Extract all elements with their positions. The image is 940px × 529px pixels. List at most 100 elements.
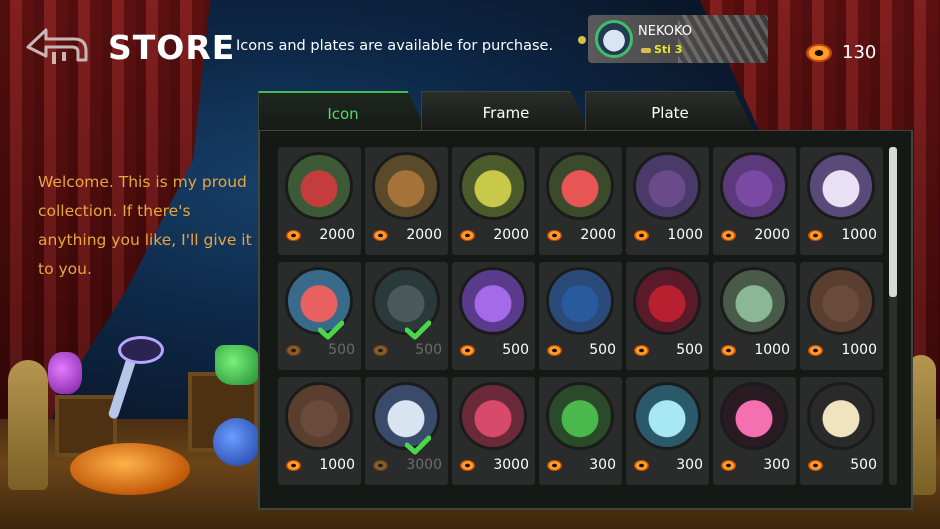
currency-amount: 130 xyxy=(842,42,877,63)
store-item[interactable]: 1000 xyxy=(800,147,883,255)
tab-plate[interactable]: Plate xyxy=(585,91,755,133)
item-price: 2000 xyxy=(493,227,529,243)
item-icon-art xyxy=(546,152,614,220)
amber-coin-icon xyxy=(286,460,301,471)
item-price-row: 1000 xyxy=(286,455,355,477)
gem-purple xyxy=(48,352,82,394)
card-pointer xyxy=(578,36,586,44)
item-icon-figure xyxy=(553,389,607,443)
store-item[interactable]: 500 xyxy=(800,377,883,485)
item-icon-figure xyxy=(814,274,868,328)
tab-frame[interactable]: Frame xyxy=(421,91,591,133)
item-icon-figure xyxy=(292,389,346,443)
item-icon-art xyxy=(459,152,527,220)
item-icon-art xyxy=(459,267,527,335)
item-price-row: 500 xyxy=(460,340,529,362)
store-item[interactable]: 1000 xyxy=(626,147,709,255)
amber-coin-icon xyxy=(634,345,649,356)
store-item[interactable]: 2000 xyxy=(365,147,448,255)
store-item[interactable]: 3000 xyxy=(365,377,448,485)
page-description: Icons and plates are available for purch… xyxy=(236,38,554,54)
amber-coin-icon xyxy=(721,345,736,356)
gem-blue xyxy=(213,418,261,466)
item-icon-art xyxy=(807,267,875,335)
store-item[interactable]: 2000 xyxy=(539,147,622,255)
store-item[interactable]: 500 xyxy=(626,262,709,370)
store-item[interactable]: 500 xyxy=(452,262,535,370)
amber-coin-icon xyxy=(373,460,388,471)
checkmark-icon xyxy=(405,435,431,455)
item-price-row: 300 xyxy=(721,455,790,477)
item-price: 1000 xyxy=(319,457,355,473)
amber-coin-icon xyxy=(547,230,562,241)
item-price: 500 xyxy=(328,342,355,358)
store-item[interactable]: 2000 xyxy=(452,147,535,255)
checkmark-icon xyxy=(318,320,344,340)
gem-green xyxy=(215,345,260,385)
item-price: 500 xyxy=(850,457,877,473)
item-price-row: 1000 xyxy=(721,340,790,362)
item-price: 2000 xyxy=(580,227,616,243)
item-price-row: 2000 xyxy=(721,225,790,247)
store-item[interactable]: 3000 xyxy=(452,377,535,485)
store-items-panel: 2000 2000 2000 2000 1000 2000 1000 500 500 500 500… xyxy=(258,130,913,510)
store-item[interactable]: 300 xyxy=(539,377,622,485)
item-price: 3000 xyxy=(493,457,529,473)
shopkeeper-dialogue: Welcome. This is my proud collection. If… xyxy=(38,173,252,278)
currency-display: 130 xyxy=(806,42,876,63)
item-icon-figure xyxy=(640,274,694,328)
tab-icon[interactable]: Icon xyxy=(258,91,428,133)
item-price-row: 3000 xyxy=(373,455,442,477)
amber-coin-icon xyxy=(634,460,649,471)
player-profile-card[interactable]: NEKOKO Sti 3 xyxy=(588,15,768,63)
tassel-left xyxy=(8,360,48,490)
level-icon xyxy=(641,47,651,53)
store-item[interactable]: 1000 xyxy=(278,377,361,485)
item-price-row: 300 xyxy=(547,455,616,477)
checkmark-icon xyxy=(405,320,431,340)
store-item[interactable]: 1000 xyxy=(800,262,883,370)
back-arrow-icon xyxy=(26,28,88,64)
item-icon-art xyxy=(807,382,875,450)
store-item[interactable]: 2000 xyxy=(278,147,361,255)
item-icon-art xyxy=(633,382,701,450)
amber-coin-icon xyxy=(460,345,475,356)
item-icon-figure xyxy=(292,159,346,213)
item-price-row: 1000 xyxy=(808,340,877,362)
amber-coin-icon xyxy=(808,230,823,241)
item-price-row: 300 xyxy=(634,455,703,477)
item-icon-art xyxy=(720,267,788,335)
item-price: 2000 xyxy=(319,227,355,243)
scrollbar[interactable] xyxy=(889,147,897,485)
scrollbar-thumb[interactable] xyxy=(889,147,897,297)
item-icon-art xyxy=(633,152,701,220)
item-price: 500 xyxy=(589,342,616,358)
player-level: Sti 3 xyxy=(641,43,682,56)
amber-coin-icon xyxy=(808,460,823,471)
item-price-row: 2000 xyxy=(460,225,529,247)
store-item[interactable]: 500 xyxy=(278,262,361,370)
item-icon-art xyxy=(285,382,353,450)
item-price: 1000 xyxy=(841,227,877,243)
item-price-row: 500 xyxy=(286,340,355,362)
amber-coin-icon xyxy=(373,230,388,241)
back-button[interactable] xyxy=(24,24,94,70)
amber-coin-icon xyxy=(460,460,475,471)
page-title: STORE xyxy=(108,28,236,67)
card-pattern xyxy=(678,15,768,63)
store-item[interactable]: 300 xyxy=(713,377,796,485)
store-item[interactable]: 500 xyxy=(365,262,448,370)
amber-coin-icon xyxy=(808,345,823,356)
amber-coin-icon xyxy=(634,230,649,241)
store-item[interactable]: 500 xyxy=(539,262,622,370)
store-item[interactable]: 300 xyxy=(626,377,709,485)
amber-coin-icon xyxy=(286,345,301,356)
item-icon-art xyxy=(546,382,614,450)
store-item[interactable]: 2000 xyxy=(713,147,796,255)
item-price: 3000 xyxy=(406,457,442,473)
item-icon-figure xyxy=(727,159,781,213)
item-price: 2000 xyxy=(406,227,442,243)
item-price-row: 1000 xyxy=(808,225,877,247)
store-item[interactable]: 1000 xyxy=(713,262,796,370)
item-icon-figure xyxy=(379,159,433,213)
